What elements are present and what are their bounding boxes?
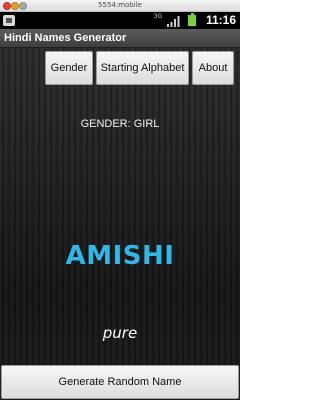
app-title: Hindi Names Generator [4, 32, 127, 44]
starting-alphabet-button[interactable]: Starting Alphabet [96, 51, 189, 85]
app-title-bar: Hindi Names Generator [0, 29, 240, 48]
name-meaning: pure [102, 324, 138, 342]
network-type-label: 3G [153, 13, 163, 20]
battery-charging-icon [188, 13, 196, 26]
status-bar: 3G 11:16 [0, 12, 240, 29]
generated-name: AMISHI [65, 241, 175, 271]
about-button[interactable]: About [192, 51, 234, 85]
menu-button-row: Gender Starting Alphabet About [0, 51, 240, 85]
emulator-window-bar: 5554:mobile [0, 0, 240, 12]
notification-icon [3, 15, 15, 26]
gender-label: GENDER: GIRL [80, 118, 160, 130]
device-screen: 5554:mobile 3G 11:16 Hindi Names Generat… [0, 0, 240, 400]
signal-icon [167, 16, 180, 27]
emulator-title: 5554:mobile [98, 1, 142, 9]
main-content: Gender Starting Alphabet About GENDER: G… [0, 48, 240, 400]
generate-random-name-button[interactable]: Generate Random Name [1, 365, 239, 399]
status-time: 11:16 [205, 13, 236, 27]
gender-button[interactable]: Gender [45, 51, 93, 85]
